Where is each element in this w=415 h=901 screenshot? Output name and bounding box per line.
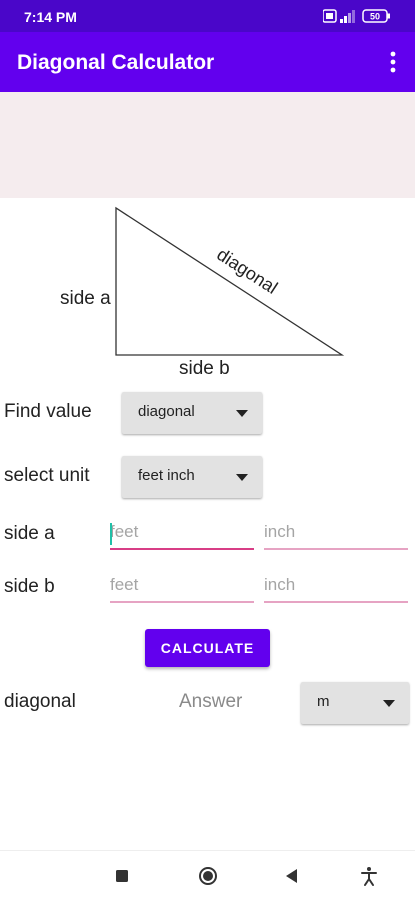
result-unit-selected: m bbox=[317, 693, 330, 710]
ad-banner-area bbox=[0, 92, 415, 198]
diagram-side-b-label: side b bbox=[179, 358, 230, 379]
triangle-diagram: side a side b diagonal bbox=[60, 206, 345, 379]
app-title: Diagonal Calculator bbox=[17, 51, 215, 74]
result-unit-dropdown[interactable]: m bbox=[301, 682, 409, 724]
unit-selected: feet inch bbox=[138, 467, 195, 484]
overflow-menu-icon[interactable] bbox=[381, 48, 405, 76]
signal-icon bbox=[340, 10, 355, 23]
caret-down-icon bbox=[236, 474, 248, 481]
side-a-feet-field[interactable] bbox=[110, 516, 254, 550]
unit-dropdown[interactable]: feet inch bbox=[122, 456, 262, 498]
side-b-inch-field[interactable] bbox=[264, 569, 408, 603]
find-value-dropdown[interactable]: diagonal bbox=[122, 392, 262, 434]
home-circle-icon[interactable] bbox=[197, 865, 219, 887]
system-nav-bar bbox=[0, 850, 415, 901]
triangle-shape bbox=[115, 206, 345, 356]
select-unit-label: select unit bbox=[4, 465, 90, 486]
text-cursor bbox=[110, 523, 112, 545]
status-bar: 7:14 PM 50 bbox=[0, 0, 415, 32]
side-b-feet-input[interactable] bbox=[110, 569, 254, 603]
recents-square-icon[interactable] bbox=[111, 865, 133, 887]
side-b-feet-field[interactable] bbox=[110, 569, 254, 603]
diagram-side-a-label: side a bbox=[60, 288, 111, 309]
side-a-inch-input[interactable] bbox=[264, 516, 408, 550]
side-b-label: side b bbox=[4, 576, 55, 597]
caret-down-icon bbox=[383, 700, 395, 707]
result-label: diagonal bbox=[4, 691, 76, 712]
status-icons: 50 bbox=[323, 9, 390, 23]
side-b-inch-input[interactable] bbox=[264, 569, 408, 603]
side-a-feet-input[interactable] bbox=[110, 516, 254, 550]
find-value-label: Find value bbox=[4, 401, 92, 422]
app-bar: Diagonal Calculator bbox=[0, 32, 415, 92]
svg-text:50: 50 bbox=[370, 12, 380, 22]
side-a-label: side a bbox=[4, 523, 55, 544]
side-a-inch-field[interactable] bbox=[264, 516, 408, 550]
diagram-diagonal-label: diagonal bbox=[213, 244, 281, 298]
find-value-selected: diagonal bbox=[138, 403, 195, 420]
status-time: 7:14 PM bbox=[24, 9, 77, 25]
volte-icon bbox=[323, 9, 337, 23]
back-triangle-icon[interactable] bbox=[281, 865, 303, 887]
accessibility-icon[interactable] bbox=[358, 865, 380, 887]
calculate-button[interactable]: CALCULATE bbox=[145, 629, 270, 667]
answer-value: Answer bbox=[179, 691, 243, 712]
battery-icon: 50 bbox=[362, 9, 390, 23]
caret-down-icon bbox=[236, 410, 248, 417]
